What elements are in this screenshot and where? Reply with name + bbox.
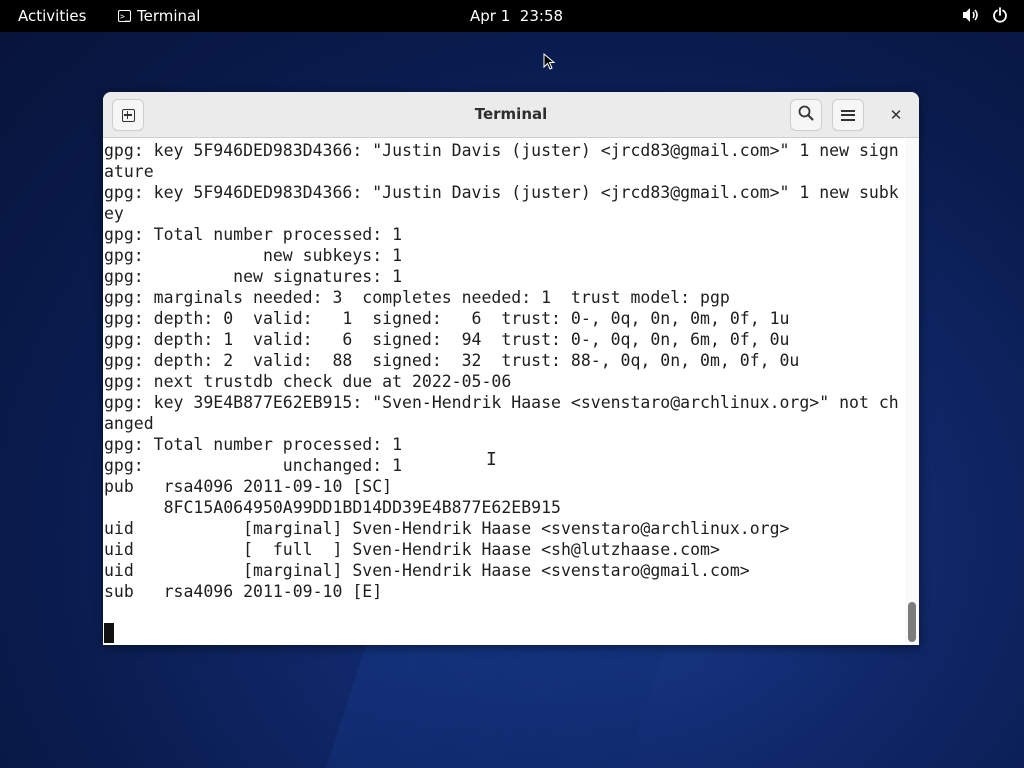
terminal-line: gpg: unchanged: 1	[104, 456, 403, 475]
terminal-line: ey	[104, 204, 124, 223]
text-cursor-icon: I	[486, 449, 497, 470]
mouse-pointer-icon	[543, 53, 556, 70]
top-bar: Activities >_ Terminal Apr 1 23:58	[0, 0, 1024, 32]
terminal-line: uid [marginal] Sven-Hendrik Haase <svens…	[104, 561, 750, 580]
activities-button[interactable]: Activities	[18, 7, 86, 25]
terminal-line: sub rsa4096 2011-09-10 [E]	[104, 582, 383, 601]
terminal-line: gpg: depth: 1 valid: 6 signed: 94 trust:…	[104, 330, 790, 349]
terminal-window: Terminal ✕ gpg: key 5F946DED983D4366: "J…	[103, 92, 919, 645]
terminal-line: gpg: depth: 0 valid: 1 signed: 6 trust: …	[104, 309, 790, 328]
terminal-line: gpg: next trustdb check due at 2022-05-0…	[104, 372, 512, 391]
terminal-line: uid [ full ] Sven-Hendrik Haase <sh@lutz…	[104, 540, 720, 559]
volume-icon[interactable]	[962, 7, 980, 27]
header-bar[interactable]: Terminal ✕	[103, 92, 919, 138]
terminal-line: pub rsa4096 2011-09-10 [SC]	[104, 477, 393, 496]
terminal-line: 8FC15A064950A99DD1BD14DD39E4B877E62EB915	[104, 498, 561, 517]
terminal-line: gpg: new signatures: 1	[104, 267, 403, 286]
terminal-line: gpg: key 5F946DED983D4366: "Justin Davis…	[104, 183, 899, 202]
app-menu[interactable]: >_ Terminal	[118, 7, 200, 25]
app-menu-label: Terminal	[137, 7, 201, 25]
system-tray[interactable]	[962, 7, 1008, 27]
hamburger-menu-icon	[841, 109, 855, 121]
close-icon: ✕	[889, 106, 903, 124]
clock[interactable]: Apr 1 23:58	[470, 7, 563, 25]
terminal-line: gpg: new subkeys: 1	[104, 246, 403, 265]
terminal-line: gpg: key 39E4B877E62EB915: "Sven-Hendrik…	[104, 393, 899, 412]
new-tab-button[interactable]	[112, 99, 144, 131]
terminal-app-icon: >_	[118, 10, 131, 22]
terminal-cursor	[104, 623, 114, 643]
search-icon	[798, 105, 814, 125]
terminal-line: gpg: Total number processed: 1	[104, 435, 403, 454]
terminal-line: gpg: marginals needed: 3 completes neede…	[104, 288, 730, 307]
new-tab-icon	[121, 108, 135, 122]
main-menu-button[interactable]	[832, 99, 864, 131]
terminal-output: gpg: key 5F946DED983D4366: "Justin Davis…	[104, 140, 899, 602]
terminal-line: anged	[104, 414, 154, 433]
search-button[interactable]	[790, 99, 822, 131]
terminal-line: gpg: key 5F946DED983D4366: "Justin Davis…	[104, 141, 899, 160]
scrollbar-thumb[interactable]	[908, 602, 916, 642]
terminal-line: ature	[104, 162, 154, 181]
terminal-line: gpg: depth: 2 valid: 88 signed: 32 trust…	[104, 351, 800, 370]
power-icon[interactable]	[992, 7, 1008, 27]
scrollbar[interactable]	[905, 138, 919, 645]
close-button[interactable]: ✕	[884, 103, 908, 127]
terminal-line: gpg: Total number processed: 1	[104, 225, 403, 244]
terminal-line: uid [marginal] Sven-Hendrik Haase <svens…	[104, 519, 790, 538]
terminal-content[interactable]: gpg: key 5F946DED983D4366: "Justin Davis…	[103, 138, 919, 645]
